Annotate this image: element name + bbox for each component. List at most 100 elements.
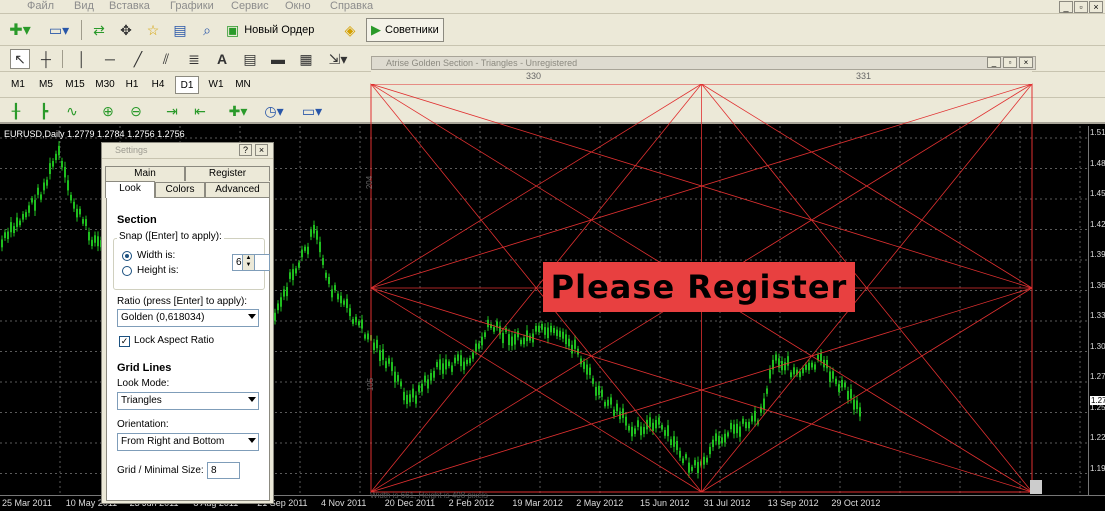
candle-body (550, 325, 552, 333)
settings-title-bar[interactable]: Settings ? × (102, 143, 273, 159)
grid-icon[interactable]: ▦ (296, 49, 316, 69)
price-tick-label: 1.33 (1090, 311, 1105, 320)
timeframe-d1[interactable]: D1 (175, 76, 199, 94)
new-order-button[interactable]: ▣ Новый Ордер (226, 19, 314, 41)
menu-file[interactable]: Файл (27, 0, 54, 12)
templates-icon[interactable]: ▭▾ (298, 101, 326, 121)
vertical-line-icon[interactable]: │ (72, 49, 92, 69)
menu-window[interactable]: Окно (285, 0, 311, 12)
menu-help[interactable]: Справка (330, 0, 373, 12)
help-icon[interactable]: ? (239, 144, 252, 156)
profiles-icon[interactable]: ▭▾ (44, 19, 74, 41)
candle-body (583, 361, 585, 369)
timeframe-h4[interactable]: H4 (147, 76, 169, 94)
timeframe-w1[interactable]: W1 (205, 76, 227, 94)
timeframe-m5[interactable]: M5 (34, 76, 58, 94)
timeframe-mn[interactable]: MN (231, 76, 255, 94)
trendline-icon[interactable]: ╱ (128, 49, 148, 69)
date-tick-label: 29 Oct 2012 (831, 498, 881, 508)
menu-view[interactable]: Вид (74, 0, 94, 12)
candle-body (358, 321, 360, 326)
candlestick-icon[interactable]: ┣ (34, 101, 54, 121)
chevron-down-icon (248, 314, 256, 319)
width-stepper[interactable]: ▲ ▼ (242, 254, 255, 271)
menu-tools[interactable]: Сервис (231, 0, 269, 12)
navigator-icon[interactable]: ✥ (115, 19, 137, 41)
minimize-icon[interactable]: _ (1059, 1, 1073, 13)
autoscroll-icon[interactable]: ⇥ (162, 101, 182, 121)
zoom-out-icon[interactable]: ⊖ (126, 101, 146, 121)
register-banner[interactable]: Please Register (543, 262, 855, 312)
menu-charts[interactable]: Графики (170, 0, 214, 12)
section-heading: Section (117, 214, 157, 226)
rectangle-icon[interactable]: ▬ (268, 49, 288, 69)
timeframe-m1[interactable]: M1 (6, 76, 30, 94)
ratio-select[interactable]: Golden (0,618034) (117, 309, 259, 327)
favorites-icon[interactable]: ☆ (142, 19, 164, 41)
price-tick-label: 1.42 (1090, 219, 1105, 229)
candle-body (676, 441, 678, 451)
candle-body (4, 232, 6, 238)
candle-body (91, 239, 93, 247)
timeframe-h1[interactable]: H1 (121, 76, 143, 94)
lock-aspect-checkbox[interactable]: ✓ (119, 336, 130, 347)
tab-advanced[interactable]: Advanced (205, 182, 270, 197)
market-watch-icon[interactable]: ⇄ (88, 19, 110, 41)
arrows-icon[interactable]: ⇲▾ (324, 49, 352, 69)
timeframe-m15[interactable]: M15 (62, 76, 88, 94)
min-size-input[interactable]: 8 (207, 462, 240, 479)
indicators-icon[interactable]: ✚▾ (224, 101, 252, 121)
terminal-icon[interactable]: ▤ (169, 19, 191, 41)
candle-body (346, 298, 348, 308)
addon-minimize-icon[interactable]: _ (987, 57, 1001, 68)
tab-main[interactable]: Main (105, 166, 185, 181)
width-radio[interactable] (122, 251, 132, 261)
candle-body (802, 368, 804, 374)
crosshair-icon[interactable]: ┼ (36, 49, 56, 69)
horizontal-line-icon[interactable]: ─ (100, 49, 120, 69)
new-chart-icon[interactable]: ✚▾ (6, 19, 34, 41)
fibonacci-icon[interactable]: ≣ (184, 49, 204, 69)
candle-body (451, 365, 453, 372)
candle-body (640, 426, 642, 436)
settings-close-icon[interactable]: × (255, 144, 268, 156)
text-icon[interactable]: A (212, 49, 232, 69)
addon-restore-icon[interactable]: ▫ (1003, 57, 1017, 68)
candle-body (775, 354, 777, 361)
label-icon[interactable]: ▤ (240, 49, 260, 69)
tab-look[interactable]: Look (105, 181, 155, 198)
resize-grip-icon[interactable] (1030, 480, 1042, 494)
candle-body (316, 230, 318, 240)
expert-advisors-button[interactable]: ▶ Советники (366, 18, 444, 42)
candle-body (547, 327, 549, 339)
candle-body (829, 371, 831, 383)
addon-title-bar[interactable]: Atrise Golden Section - Triangles - Unre… (371, 56, 1036, 70)
look-mode-value: Triangles (121, 395, 162, 406)
menu-insert[interactable]: Вставка (109, 0, 150, 12)
channel-icon[interactable]: ⫽ (156, 49, 176, 69)
restore-icon[interactable]: ▫ (1074, 1, 1088, 13)
ruler-label: 330 (526, 71, 542, 81)
orientation-select[interactable]: From Right and Bottom (117, 433, 259, 451)
cursor-icon[interactable]: ↖ (10, 49, 30, 69)
ratio-value: Golden (0,618034) (121, 312, 205, 323)
periods-icon[interactable]: ◷▾ (260, 101, 288, 121)
zoom-in-icon[interactable]: ⊕ (98, 101, 118, 121)
strategy-tester-icon[interactable]: ⌕ (196, 19, 218, 41)
chart-shift-icon[interactable]: ⇤ (190, 101, 210, 121)
bar-chart-icon[interactable]: ╂ (6, 101, 26, 121)
timeframe-m30[interactable]: M30 (92, 76, 118, 94)
tab-colors[interactable]: Colors (155, 182, 205, 197)
alert-icon[interactable]: ◈ (339, 19, 361, 41)
candle-body (622, 408, 624, 418)
candle-body (484, 332, 486, 337)
tab-register[interactable]: Register (185, 166, 270, 181)
candle-body (757, 420, 759, 425)
line-chart-icon[interactable]: ∿ (62, 101, 82, 121)
height-radio[interactable] (122, 266, 132, 276)
candle-body (58, 145, 60, 156)
look-mode-select[interactable]: Triangles (117, 392, 259, 410)
candle-body (826, 359, 828, 369)
close-icon[interactable]: × (1089, 1, 1103, 13)
addon-close-icon[interactable]: × (1019, 57, 1033, 68)
